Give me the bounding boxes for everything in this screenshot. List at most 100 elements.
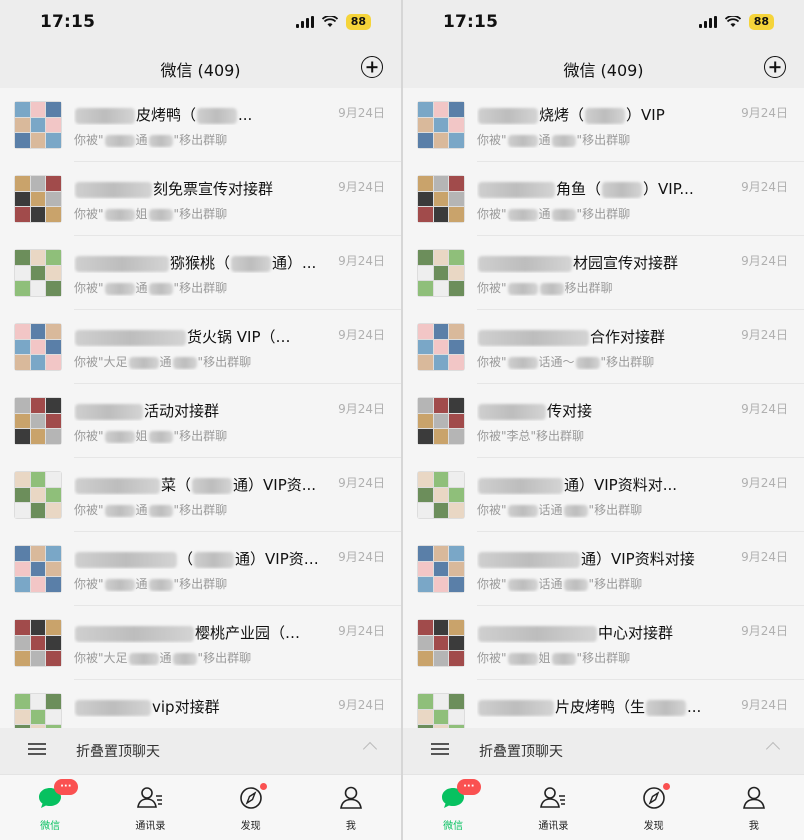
chevron-up-icon[interactable] — [362, 741, 378, 757]
add-icon[interactable] — [764, 56, 786, 78]
redacted-text — [478, 551, 580, 568]
chat-row[interactable]: 通）VIP资料对... 你被" 话通 "移出群聊 9月24日 — [403, 458, 804, 532]
chat-row[interactable]: 猕猴桃（ 通）... 你被" 通 "移出群聊 9月24日 — [0, 236, 401, 310]
avatar-tile — [46, 694, 61, 709]
chat-preview-name: 姐 — [135, 429, 148, 443]
tab-me[interactable]: 我 — [301, 775, 401, 840]
chat-title: 活动对接群 — [74, 400, 324, 421]
chat-row[interactable]: 菜（ 通）VIP资... 你被" 通 "移出群聊 9月24日 — [0, 458, 401, 532]
avatar-tile — [15, 133, 30, 148]
redacted-text — [507, 208, 538, 221]
chat-title-text: 猕猴桃（ — [170, 254, 231, 272]
chat-row[interactable]: 樱桃产业园（... 你被"大足 通 "移出群聊 9月24日 — [0, 606, 401, 680]
chat-row[interactable]: 活动对接群 你被" 姐 "移出群聊 9月24日 — [0, 384, 401, 458]
avatar-tile — [30, 503, 46, 518]
tab-contacts[interactable]: 通讯录 — [503, 775, 603, 840]
avatar-tile — [46, 429, 61, 444]
chat-preview-name: 话通 — [538, 577, 563, 591]
redacted-text — [646, 699, 687, 716]
chat-row[interactable]: 合作对接群 你被" 话通～ "移出群聊 9月24日 — [403, 310, 804, 384]
avatar-tile — [433, 651, 449, 666]
chat-row[interactable]: 通）VIP资料对接 你被" 话通 "移出群聊 9月24日 — [403, 532, 804, 606]
chat-row[interactable]: 角鱼（ ）VIP... 你被" 通 "移出群聊 9月24日 — [403, 162, 804, 236]
avatar-tile — [15, 487, 30, 503]
avatar-tile — [15, 265, 30, 281]
chat-preview: 你被" 通 "移出群聊 — [74, 279, 324, 296]
redacted-text — [563, 504, 588, 517]
chat-time: 9月24日 — [741, 402, 788, 416]
chat-preview-prefix: 你被"李总"移出群聊 — [477, 429, 585, 443]
chat-preview-name: 通 — [135, 281, 148, 295]
group-avatar — [14, 175, 62, 223]
chat-row[interactable]: 烧烤（ ）VIP 你被" 通 "移出群聊 9月24日 — [403, 88, 804, 162]
chat-preview: 你被" 通 "移出群聊 — [477, 205, 727, 222]
avatar-tile — [433, 577, 449, 592]
chat-title-suffix: 通）... — [272, 254, 317, 272]
chat-preview: 你被"大足 通 "移出群聊 — [74, 353, 324, 370]
unread-badge: ··· — [54, 779, 78, 795]
chat-title-text: 烧烤（ — [539, 106, 585, 124]
chat-row[interactable]: 中心对接群 你被" 姐 "移出群聊 9月24日 — [403, 606, 804, 680]
fold-pinned-label: 折叠置顶聊天 — [76, 744, 160, 760]
screenshot-pair: 17:15 88 微信 (409) 皮烤鸭（... 你被" 通 "移出群聊 9月24日刻… — [0, 0, 804, 840]
avatar-tile — [30, 620, 46, 635]
chat-preview-prefix: 你被" — [477, 133, 507, 147]
redacted-text — [75, 329, 186, 346]
chat-row[interactable]: 刻免票宣传对接群 你被" 姐 "移出群聊 9月24日 — [0, 162, 401, 236]
chat-time: 9月24日 — [338, 254, 385, 268]
chat-preview-name: 通 — [135, 133, 148, 147]
redacted-text — [197, 107, 238, 124]
chat-row[interactable]: （ 通）VIP资料... 你被" 通 "移出群聊 9月24日 — [0, 532, 401, 606]
chat-title: （ 通）VIP资料... — [74, 548, 324, 569]
avatar-tile — [433, 265, 449, 281]
redacted-text — [75, 403, 143, 420]
chat-preview: 你被" 通 "移出群聊 — [477, 131, 727, 148]
chat-preview-suffix: "移出群聊 — [173, 503, 228, 517]
tab-chats[interactable]: ··· 微信 — [0, 775, 100, 840]
chat-title-suffix: 通）对... — [318, 328, 325, 346]
chevron-up-icon[interactable] — [765, 741, 781, 757]
avatar-tile — [15, 413, 30, 429]
chat-title: 通）VIP资料对接 — [477, 548, 727, 569]
avatar-tile — [418, 324, 433, 339]
chat-row[interactable]: 材园宣传对接群 你被" 移出群聊 9月24日 — [403, 236, 804, 310]
tab-me[interactable]: 我 — [704, 775, 804, 840]
chat-title: 角鱼（ ）VIP... — [477, 178, 727, 199]
chat-row[interactable]: 皮烤鸭（... 你被" 通 "移出群聊 9月24日 — [0, 88, 401, 162]
redacted-text — [478, 329, 589, 346]
avatar-tile — [449, 265, 464, 281]
redacted-text — [75, 181, 152, 198]
status-bar: 17:15 88 — [403, 0, 804, 44]
chat-row[interactable]: 传对接 你被"李总"移出群聊 9月24日 — [403, 384, 804, 458]
avatar-tile — [418, 133, 433, 148]
avatar-tile — [433, 133, 449, 148]
redacted-text — [507, 578, 538, 591]
avatar-tile — [433, 413, 449, 429]
tab-me-label: 我 — [748, 821, 759, 832]
tab-contacts[interactable]: 通讯录 — [100, 775, 200, 840]
chat-row[interactable]: 货火锅 VIP（ 通）对... 你被"大足 通 "移出群聊 9月24日 — [0, 310, 401, 384]
chat-time: 9月24日 — [338, 698, 385, 712]
avatar-tile — [30, 133, 46, 148]
chat-preview-suffix: "移出群聊 — [197, 651, 252, 665]
chat-preview-suffix: 移出群聊 — [564, 281, 613, 295]
fold-pinned-bar[interactable]: 折叠置顶聊天 — [0, 728, 401, 772]
wifi-icon — [724, 16, 741, 27]
chat-preview-suffix: "移出群聊 — [173, 429, 228, 443]
redacted-text — [551, 652, 576, 665]
avatar-tile — [449, 413, 464, 429]
tab-chats[interactable]: ··· 微信 — [403, 775, 503, 840]
chat-title: 樱桃产业园（... — [74, 622, 324, 643]
avatar-tile — [433, 102, 449, 117]
chat-preview: 你被" 话通～ "移出群聊 — [477, 353, 727, 370]
avatar-tile — [30, 546, 46, 561]
avatar-tile — [30, 191, 46, 207]
chat-preview: 你被"李总"移出群聊 — [477, 427, 727, 444]
avatar-tile — [30, 429, 46, 444]
tab-discover[interactable]: 发现 — [604, 775, 704, 840]
add-icon[interactable] — [361, 56, 383, 78]
avatar-tile — [30, 413, 46, 429]
tab-discover[interactable]: 发现 — [201, 775, 301, 840]
redacted-text — [172, 356, 197, 369]
fold-pinned-bar[interactable]: 折叠置顶聊天 — [403, 728, 804, 772]
